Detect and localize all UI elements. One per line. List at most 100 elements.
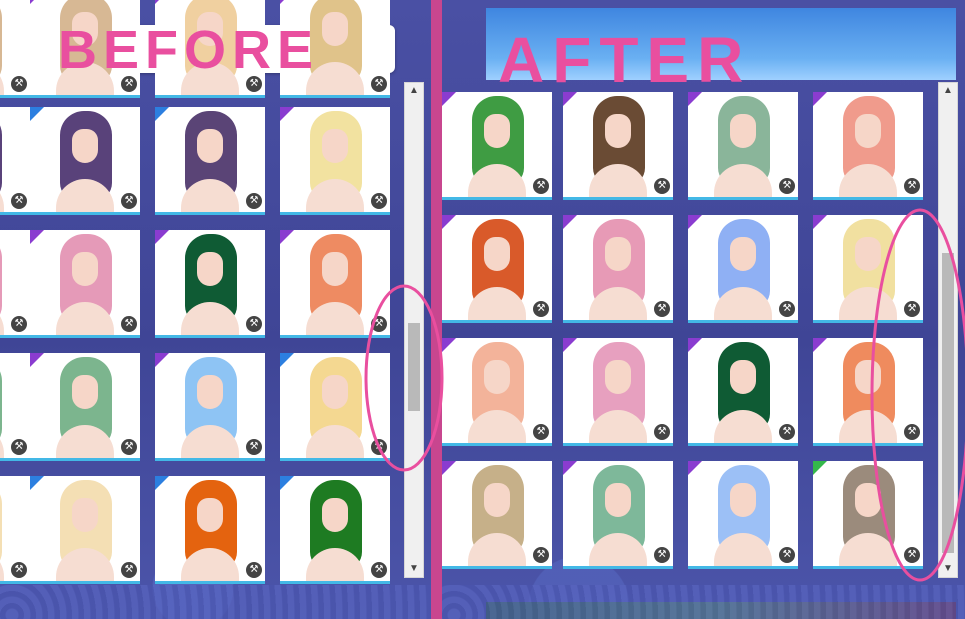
hair-item-card[interactable]: ⚒ <box>688 338 798 446</box>
avatar-face <box>855 360 881 394</box>
hair-item-card[interactable]: ⚒ <box>30 476 140 584</box>
hair-item-card[interactable]: ⚒ <box>280 107 390 215</box>
hair-item-card[interactable]: ⚒ <box>0 353 30 461</box>
hair-item-card[interactable]: ⚒ <box>813 338 923 446</box>
hanger-icon[interactable]: ⚒ <box>779 301 795 317</box>
decorative-lace <box>0 585 432 619</box>
hanger-icon[interactable]: ⚒ <box>121 562 137 578</box>
hanger-icon[interactable]: ⚒ <box>904 547 920 563</box>
hair-item-card[interactable]: ⚒ <box>442 215 552 323</box>
hair-item-card[interactable]: ⚒ <box>688 461 798 569</box>
hair-item-card[interactable]: ⚒ <box>155 230 265 338</box>
scroll-up-icon[interactable]: ▲ <box>405 85 423 97</box>
hanger-icon[interactable]: ⚒ <box>904 178 920 194</box>
hair-item-card[interactable]: ⚒ <box>155 353 265 461</box>
hanger-icon[interactable]: ⚒ <box>904 301 920 317</box>
hanger-icon[interactable]: ⚒ <box>121 439 137 455</box>
hair-item-card[interactable]: ⚒ <box>442 461 552 569</box>
hanger-icon[interactable]: ⚒ <box>246 439 262 455</box>
hair-item-card[interactable]: ⚒ <box>0 107 30 215</box>
hanger-icon[interactable]: ⚒ <box>11 193 27 209</box>
hanger-icon[interactable]: ⚒ <box>533 301 549 317</box>
hair-item-card[interactable]: ⚒ <box>688 215 798 323</box>
hair-item-card[interactable]: ⚒ <box>155 107 265 215</box>
hanger-icon[interactable]: ⚒ <box>371 439 387 455</box>
hanger-icon[interactable]: ⚒ <box>371 193 387 209</box>
hanger-icon[interactable]: ⚒ <box>246 316 262 332</box>
avatar-face <box>322 12 348 46</box>
hair-item-card[interactable]: ⚒ <box>0 476 30 584</box>
hanger-icon[interactable]: ⚒ <box>779 547 795 563</box>
hair-item-card[interactable]: ⚒ <box>688 92 798 200</box>
hair-item-card[interactable]: ⚒ <box>280 353 390 461</box>
hair-item-card[interactable]: ⚒ <box>563 92 673 200</box>
rarity-corner-icon <box>155 353 169 367</box>
hairstyle-preview <box>0 234 2 324</box>
avatar-face <box>730 114 756 148</box>
hanger-icon[interactable]: ⚒ <box>246 562 262 578</box>
hanger-icon[interactable]: ⚒ <box>654 424 670 440</box>
hair-item-card[interactable]: ⚒ <box>30 230 140 338</box>
rarity-corner-icon <box>813 461 827 475</box>
hanger-icon[interactable]: ⚒ <box>11 439 27 455</box>
hanger-icon[interactable]: ⚒ <box>779 178 795 194</box>
hair-item-card[interactable]: ⚒ <box>155 0 265 98</box>
decorative-lace <box>442 585 965 619</box>
hanger-icon[interactable]: ⚒ <box>11 316 27 332</box>
scrollbar-before[interactable]: ▲ ▼ <box>404 82 424 578</box>
hanger-icon[interactable]: ⚒ <box>371 562 387 578</box>
hair-item-card[interactable]: ⚒ <box>155 476 265 584</box>
hair-item-card[interactable]: ⚒ <box>280 476 390 584</box>
scroll-thumb-before[interactable] <box>408 323 420 411</box>
rarity-corner-icon <box>442 215 456 229</box>
hair-item-card[interactable]: ⚒ <box>442 92 552 200</box>
hanger-icon[interactable]: ⚒ <box>121 193 137 209</box>
avatar-face <box>72 12 98 46</box>
hair-item-card[interactable]: ⚒ <box>563 461 673 569</box>
scroll-up-icon[interactable]: ▲ <box>939 85 957 97</box>
hair-item-card[interactable]: ⚒ <box>813 215 923 323</box>
hanger-icon[interactable]: ⚒ <box>533 547 549 563</box>
rarity-corner-icon <box>155 0 169 4</box>
scrollbar-after[interactable]: ▲ ▼ <box>938 82 958 578</box>
avatar-face <box>322 129 348 163</box>
hanger-icon[interactable]: ⚒ <box>654 178 670 194</box>
scroll-down-icon[interactable]: ▼ <box>405 563 423 575</box>
hair-item-card[interactable]: ⚒ <box>0 230 30 338</box>
hair-item-card[interactable]: ⚒ <box>30 107 140 215</box>
rarity-corner-icon <box>30 107 44 121</box>
hair-item-card[interactable]: ⚒ <box>563 215 673 323</box>
hair-item-card[interactable]: ⚒ <box>813 461 923 569</box>
hanger-icon[interactable]: ⚒ <box>121 316 137 332</box>
hanger-icon[interactable]: ⚒ <box>246 193 262 209</box>
hanger-icon[interactable]: ⚒ <box>533 178 549 194</box>
hanger-icon[interactable]: ⚒ <box>11 76 27 92</box>
avatar-face <box>197 252 223 286</box>
rarity-corner-icon <box>563 461 577 475</box>
hair-item-card[interactable]: ⚒ <box>280 230 390 338</box>
hanger-icon[interactable]: ⚒ <box>533 424 549 440</box>
hanger-icon[interactable]: ⚒ <box>121 76 137 92</box>
rarity-corner-icon <box>155 230 169 244</box>
avatar-face <box>605 237 631 271</box>
hair-item-card[interactable]: ⚒ <box>280 0 390 98</box>
rarity-corner-icon <box>30 353 44 367</box>
avatar-face <box>484 114 510 148</box>
hanger-icon[interactable]: ⚒ <box>246 76 262 92</box>
hanger-icon[interactable]: ⚒ <box>371 76 387 92</box>
hanger-icon[interactable]: ⚒ <box>654 301 670 317</box>
hair-item-card[interactable]: ⚒ <box>30 353 140 461</box>
hanger-icon[interactable]: ⚒ <box>11 562 27 578</box>
scroll-down-icon[interactable]: ▼ <box>939 563 957 575</box>
hanger-icon[interactable]: ⚒ <box>654 547 670 563</box>
hair-item-card[interactable]: ⚒ <box>442 338 552 446</box>
hair-item-card[interactable]: ⚒ <box>563 338 673 446</box>
hanger-icon[interactable]: ⚒ <box>371 316 387 332</box>
hair-item-card[interactable]: ⚒ <box>813 92 923 200</box>
hanger-icon[interactable]: ⚒ <box>779 424 795 440</box>
avatar-face <box>605 114 631 148</box>
scroll-thumb-after[interactable] <box>942 253 954 553</box>
hair-item-card[interactable]: ⚒ <box>0 0 30 98</box>
hanger-icon[interactable]: ⚒ <box>904 424 920 440</box>
hair-item-card[interactable]: ⚒ <box>30 0 140 98</box>
